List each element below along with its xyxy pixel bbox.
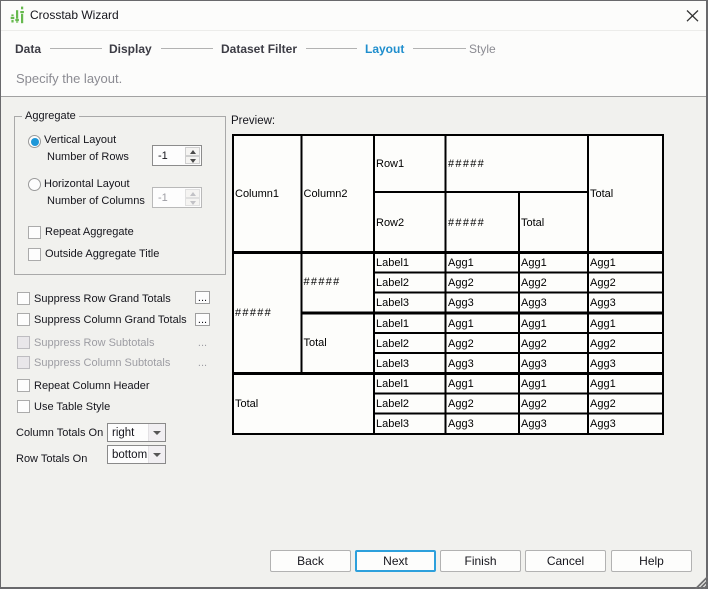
svg-text:Total: Total <box>235 398 258 410</box>
svg-text:Label2: Label2 <box>376 398 409 410</box>
svg-text:Total: Total <box>304 337 327 349</box>
svg-text:Total: Total <box>521 217 544 229</box>
svg-text:Label3: Label3 <box>376 358 409 370</box>
svg-text:Total: Total <box>590 188 613 200</box>
svg-text:Agg1: Agg1 <box>590 257 616 269</box>
svg-text:Label3: Label3 <box>376 418 409 430</box>
svg-text:Agg1: Agg1 <box>521 318 547 330</box>
svg-text:Row1: Row1 <box>376 158 404 170</box>
svg-text:Label1: Label1 <box>376 318 409 330</box>
svg-text:Agg2: Agg2 <box>590 338 616 350</box>
svg-text:Agg1: Agg1 <box>448 378 474 390</box>
svg-text:Agg2: Agg2 <box>521 398 547 410</box>
svg-text:Agg2: Agg2 <box>521 277 547 289</box>
svg-text:Agg3: Agg3 <box>448 358 474 370</box>
svg-text:Agg3: Agg3 <box>448 418 474 430</box>
svg-text:Agg2: Agg2 <box>590 277 616 289</box>
svg-text:Label1: Label1 <box>376 257 409 269</box>
svg-text:Agg1: Agg1 <box>448 257 474 269</box>
svg-text:Agg1: Agg1 <box>521 257 547 269</box>
svg-text:Agg2: Agg2 <box>590 398 616 410</box>
svg-text:Agg1: Agg1 <box>590 378 616 390</box>
svg-text:Row2: Row2 <box>376 217 404 229</box>
svg-text:Agg3: Agg3 <box>590 418 616 430</box>
svg-text:#####: ##### <box>235 307 272 319</box>
svg-text:Label2: Label2 <box>376 338 409 350</box>
svg-text:Agg2: Agg2 <box>448 277 474 289</box>
svg-text:Agg3: Agg3 <box>521 297 547 309</box>
svg-text:Label3: Label3 <box>376 297 409 309</box>
svg-text:Agg3: Agg3 <box>590 358 616 370</box>
svg-text:#####: ##### <box>448 158 485 170</box>
svg-text:Agg1: Agg1 <box>521 378 547 390</box>
svg-text:Column1: Column1 <box>235 188 279 200</box>
svg-text:Agg3: Agg3 <box>521 358 547 370</box>
svg-text:Agg3: Agg3 <box>590 297 616 309</box>
svg-text:Agg1: Agg1 <box>448 318 474 330</box>
svg-text:#####: ##### <box>448 217 485 229</box>
svg-text:Label1: Label1 <box>376 378 409 390</box>
svg-text:Agg2: Agg2 <box>448 398 474 410</box>
svg-text:Agg2: Agg2 <box>448 338 474 350</box>
svg-text:#####: ##### <box>304 276 341 288</box>
svg-text:Agg1: Agg1 <box>590 318 616 330</box>
svg-text:Agg2: Agg2 <box>521 338 547 350</box>
svg-text:Agg3: Agg3 <box>521 418 547 430</box>
svg-text:Column2: Column2 <box>304 188 348 200</box>
svg-text:Agg3: Agg3 <box>448 297 474 309</box>
svg-text:Label2: Label2 <box>376 277 409 289</box>
